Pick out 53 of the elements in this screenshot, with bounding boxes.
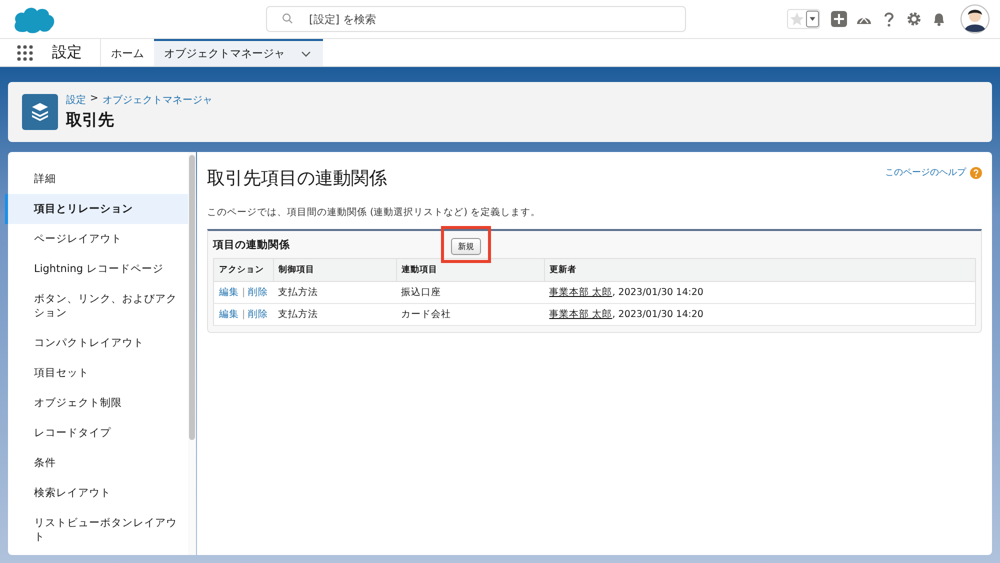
chevron-down-icon[interactable] bbox=[301, 50, 311, 56]
page-title: 取引先 bbox=[66, 110, 115, 131]
table-cell: 支払方法 bbox=[273, 282, 396, 304]
table-cell: カード会社 bbox=[396, 304, 544, 326]
nav-tab[interactable]: オブジェクトマネージャ bbox=[154, 39, 323, 66]
settings-icon[interactable] bbox=[906, 11, 922, 27]
table-cell: 支払方法 bbox=[273, 304, 396, 326]
sidebar-item[interactable]: 項目セット bbox=[5, 358, 188, 388]
layers-icon bbox=[22, 94, 58, 130]
sidebar-item[interactable]: リストビューボタンレイアウト bbox=[5, 508, 188, 552]
sidebar-item[interactable]: ページレイアウト bbox=[5, 224, 188, 254]
breadcrumb-separator: > bbox=[90, 93, 98, 106]
timestamp: , 2023/01/30 14:20 bbox=[612, 309, 704, 320]
column-header: 更新者 bbox=[544, 258, 976, 282]
table-cell: 振込口座 bbox=[396, 282, 544, 304]
sidebar-item[interactable]: 条件 bbox=[5, 448, 188, 478]
sidebar-item[interactable]: 検索レイアウト bbox=[5, 478, 188, 508]
search-field[interactable]: [設定] を検索 bbox=[266, 6, 686, 32]
help-link[interactable]: このページのヘルプ bbox=[885, 166, 966, 179]
plus-icon[interactable] bbox=[831, 11, 847, 27]
app-launcher-icon[interactable] bbox=[16, 44, 34, 62]
star-icon[interactable] bbox=[788, 10, 806, 28]
delete-link[interactable]: 削除 bbox=[248, 309, 268, 320]
edit-link[interactable]: 編集 bbox=[219, 287, 239, 298]
sidebar-item[interactable]: 詳細 bbox=[5, 164, 188, 194]
sidebar-item[interactable]: コンパクトレイアウト bbox=[5, 328, 188, 358]
app-name: 設定 bbox=[52, 43, 83, 62]
new-button[interactable]: 新規 bbox=[451, 238, 481, 255]
sidebar-item[interactable]: ボタン、リンク、およびアクション bbox=[5, 284, 188, 328]
page-heading: 取引先項目の連動関係 bbox=[207, 167, 387, 190]
link-separator: | bbox=[242, 287, 246, 298]
user-link[interactable]: 事業本部 太郎 bbox=[549, 309, 612, 320]
link-separator: | bbox=[242, 309, 246, 320]
sidebar-item[interactable]: オブジェクト制限 bbox=[5, 388, 188, 418]
breadcrumb-link[interactable]: オブジェクトマネージャ bbox=[102, 93, 212, 107]
sidebar-item[interactable]: Lightning レコードページ bbox=[5, 254, 188, 284]
section-title: 項目の連動関係 bbox=[213, 238, 291, 252]
delete-link[interactable]: 削除 bbox=[248, 287, 268, 298]
description: このページでは、項目間の連動関係 (連動選択リストなど) を定義します。 bbox=[207, 206, 542, 219]
breadcrumb-link[interactable]: 設定 bbox=[66, 93, 86, 107]
avatar[interactable] bbox=[960, 4, 990, 34]
caret-icon[interactable] bbox=[806, 10, 819, 28]
edit-link[interactable]: 編集 bbox=[219, 309, 239, 320]
scrollbar-thumb[interactable] bbox=[189, 155, 195, 440]
nav-tab[interactable]: ホーム bbox=[101, 39, 154, 66]
timestamp: , 2023/01/30 14:20 bbox=[612, 287, 704, 298]
column-header: アクション bbox=[214, 258, 274, 282]
sidebar-item[interactable]: 項目とリレーション bbox=[5, 194, 188, 224]
bell-icon[interactable] bbox=[931, 11, 947, 27]
column-header: 連動項目 bbox=[396, 258, 544, 282]
sidebar-item[interactable]: レコードタイプ bbox=[5, 418, 188, 448]
user-link[interactable]: 事業本部 太郎 bbox=[549, 287, 612, 298]
column-header: 制御項目 bbox=[273, 258, 396, 282]
